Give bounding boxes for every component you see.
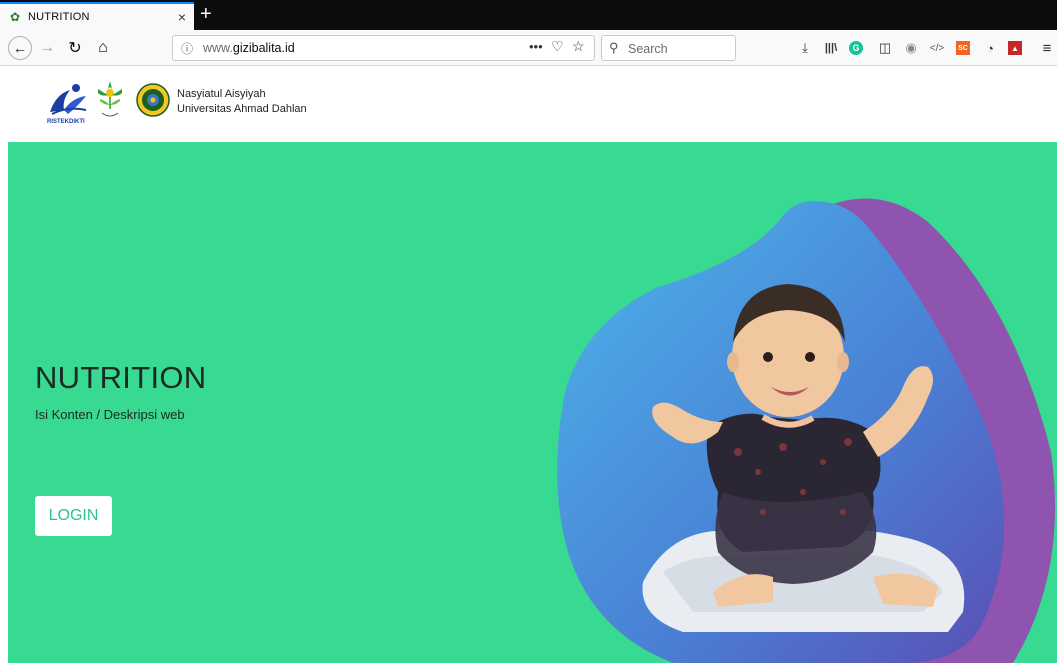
reload-icon[interactable]: ↻ (64, 36, 86, 60)
sidebar-icon[interactable]: ◫ (876, 39, 894, 57)
tab-title: NUTRITION (28, 11, 90, 23)
hero-section: NUTRITION Isi Konten / Deskripsi web LOG… (8, 142, 1057, 663)
new-tab-button[interactable]: + (200, 3, 212, 26)
org-name-line2: Universitas Ahmad Dahlan (177, 103, 307, 115)
pocket-icon[interactable]: ♡ (551, 38, 564, 55)
ristekdikti-logo-text: RISTEKDIKTI (47, 119, 85, 125)
back-arrow-icon[interactable]: ← (8, 36, 32, 60)
page-actions-icon[interactable]: ••• (529, 39, 543, 54)
org-name-line1: Nasyiatul Aisyiyah (177, 88, 266, 100)
browser-tab-bar: ✿ NUTRITION × + (0, 0, 1057, 30)
search-input[interactable] (626, 40, 735, 58)
hero-description: Isi Konten / Deskripsi web (35, 407, 185, 422)
url-prefix: www. (203, 41, 233, 55)
download-icon[interactable]: ⤓ (796, 39, 814, 57)
site-favicon-icon: ✿ (9, 10, 21, 24)
browser-nav-bar: ← → ↻ ⌂ ⓘ www.gizibalita.id ••• ♡ ☆ ⚲ ⤓ … (0, 30, 1057, 66)
search-icon: ⚲ (609, 40, 619, 55)
extension-icon[interactable]: ◉ (902, 39, 920, 57)
library-icon[interactable]: |||\ (822, 39, 840, 57)
ristekdikti-logo (50, 84, 87, 115)
nasyiatul-aisyiyah-logo (98, 81, 122, 117)
browser-tab[interactable]: ✿ NUTRITION × (0, 2, 194, 30)
site-header: RISTEKDIKTI Nasyiatul Aisyiyah Universit… (0, 66, 1057, 142)
address-bar[interactable]: ⓘ www.gizibalita.id ••• ♡ ☆ (172, 35, 595, 61)
info-icon[interactable]: ⓘ (181, 40, 193, 57)
url-domain: gizibalita.id (232, 41, 295, 55)
privacy-extension-icon[interactable]: ◔ (981, 39, 999, 57)
hero-illustration (557, 198, 1056, 663)
hero-title: NUTRITION (35, 360, 207, 395)
sc-extension-icon[interactable]: SC (956, 41, 970, 55)
uad-logo (136, 83, 170, 117)
bookmark-star-icon[interactable]: ☆ (572, 38, 585, 55)
login-button[interactable]: LOGIN (35, 496, 112, 536)
close-tab-icon[interactable]: × (178, 9, 186, 25)
code-icon[interactable]: </> (928, 39, 946, 57)
forward-arrow-icon[interactable]: → (36, 36, 58, 60)
red-extension-icon[interactable]: ▲ (1008, 41, 1022, 55)
home-icon[interactable]: ⌂ (92, 36, 114, 60)
url-text[interactable]: www.gizibalita.id (203, 41, 295, 55)
grammarly-icon[interactable]: G (849, 41, 863, 55)
hamburger-menu-icon[interactable]: ≡ (1038, 39, 1056, 57)
search-bar[interactable]: ⚲ (601, 35, 736, 61)
